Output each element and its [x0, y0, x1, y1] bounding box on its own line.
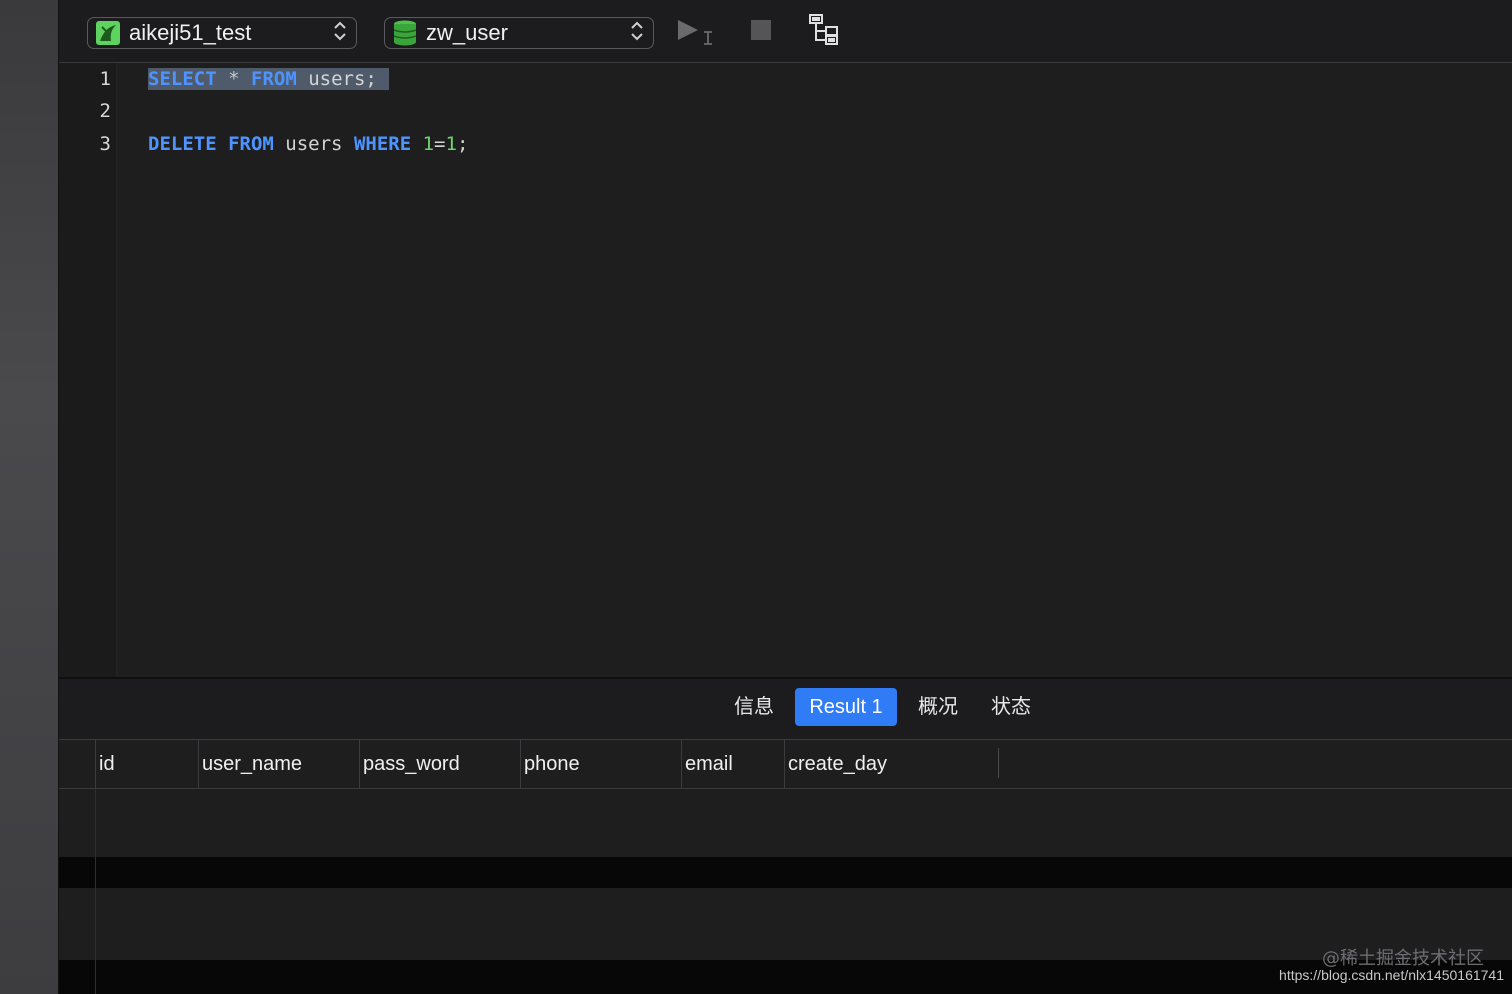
query-toolbar: aikeji51_test zw_user	[59, 0, 1512, 63]
column-header-pass-word[interactable]: pass_word	[359, 740, 520, 788]
table-row	[59, 789, 1512, 857]
row-gutter-divider	[95, 789, 96, 994]
run-selected-icon	[674, 14, 716, 51]
line-number: 3	[99, 133, 111, 155]
line-number-gutter: 1 2 3	[59, 63, 117, 677]
code-token-plain: users;	[296, 68, 377, 90]
code-token-kw: DELETE	[148, 133, 217, 155]
table-row	[59, 888, 1512, 960]
selected-text: SELECT * FROM users;	[148, 68, 389, 90]
result-tabs-bar: 信息 Result 1 概况 状态	[59, 679, 1512, 740]
sql-editor[interactable]: 1 2 3 SELECT * FROM users; DELETE FROM u…	[59, 63, 1512, 677]
stop-button[interactable]	[741, 14, 781, 50]
code-token-num: 1	[422, 133, 435, 155]
code-token-kw: SELECT	[148, 68, 217, 90]
code-text: DELETE FROM users WHERE 1=1;	[148, 133, 468, 155]
column-divider	[998, 748, 999, 778]
code-token-kw: FROM	[251, 68, 297, 90]
tab-profile[interactable]: 概况	[906, 688, 970, 726]
column-header-id[interactable]: id	[95, 740, 198, 788]
result-grid-header: id user_name pass_word phone email creat…	[59, 740, 1512, 789]
table-row	[59, 857, 1512, 888]
code-token-kw: WHERE	[353, 133, 412, 155]
database-label: zw_user	[426, 20, 508, 45]
column-header-user-name[interactable]: user_name	[198, 740, 359, 788]
explain-icon	[806, 12, 842, 53]
code-token-op: *	[228, 68, 240, 90]
code-token-plain: =	[434, 133, 446, 155]
connection-selector[interactable]: aikeji51_test	[87, 17, 357, 49]
explain-button[interactable]	[804, 12, 844, 53]
database-icon	[393, 20, 417, 46]
line-number: 1	[99, 68, 111, 90]
database-selector[interactable]: zw_user	[384, 17, 654, 49]
code-token-kw: FROM	[228, 133, 274, 155]
tab-info[interactable]: 信息	[722, 688, 786, 726]
code-token-plain: ;	[456, 133, 469, 155]
line-number: 2	[99, 100, 111, 122]
column-header-email[interactable]: email	[681, 740, 784, 788]
run-selected-button[interactable]	[675, 14, 715, 50]
connection-label: aikeji51_test	[129, 20, 252, 45]
stop-icon	[749, 18, 773, 47]
code-line[interactable]: SELECT * FROM users;	[148, 63, 389, 95]
code-token-plain: users	[273, 133, 354, 155]
code-token-num: 1	[445, 133, 457, 155]
tab-status[interactable]: 状态	[979, 688, 1043, 726]
tab-result-1[interactable]: Result 1	[795, 688, 897, 726]
chevron-updown-icon	[332, 19, 348, 48]
mysql-connection-icon	[96, 21, 120, 45]
chevron-updown-icon	[629, 19, 645, 48]
left-sidebar-strip	[0, 0, 59, 994]
column-header-create-day[interactable]: create_day	[784, 740, 998, 788]
code-line[interactable]: DELETE FROM users WHERE 1=1;	[148, 128, 468, 160]
watermark-url: https://blog.csdn.net/nlx1450161741	[1279, 967, 1504, 983]
column-header-phone[interactable]: phone	[520, 740, 681, 788]
